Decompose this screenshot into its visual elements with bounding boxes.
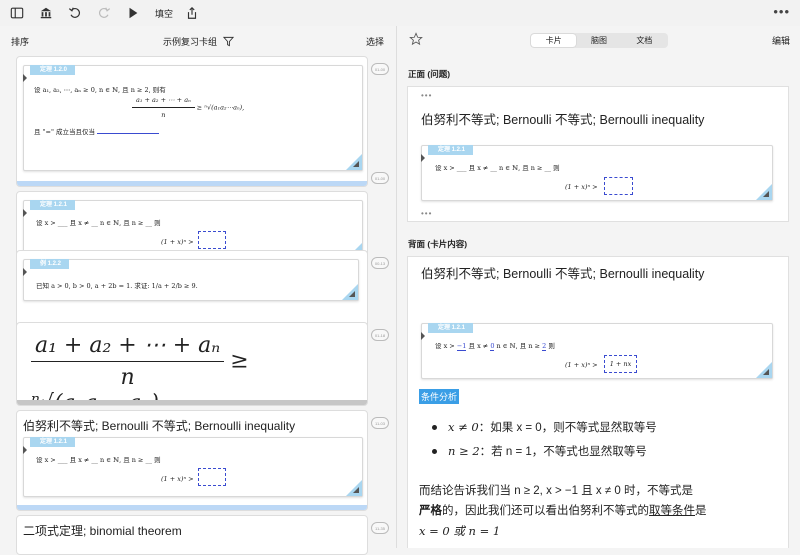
card-item[interactable]: 二项式定理; binomial theorem <box>16 515 368 555</box>
card-title: 伯努利不等式; Bernoulli 不等式; Bernoulli inequal… <box>23 419 296 433</box>
review-badge: 01-18 <box>371 329 389 341</box>
front-label: 正面 (问题) <box>408 69 451 79</box>
card-list-header: 排序 示例复习卡组 选择 <box>0 30 396 52</box>
theorem-block: 定理 1.2.1 设 x > −1 且 x ≠ 0 n ∈ ℕ, 且 n ≥ 2… <box>421 323 773 379</box>
theorem-block: 定理 1.2.0 设 a₁, a₂, ⋯, aₙ ≥ 0, n ∈ ℕ, 且 n… <box>23 65 363 171</box>
list-item: n ≥ 2：若 n = 1，不等式也显然取等号 <box>432 443 657 467</box>
card-list-pane: 排序 示例复习卡组 选择 定理 1.2.0 设 a₁, a₂, ⋯, aₙ ≥ … <box>0 26 396 555</box>
corner-icon <box>763 369 769 375</box>
theorem-tag: 定理 1.2.1 <box>428 323 474 333</box>
theorem-text: 且 "=" 成立当且仅当 <box>34 126 160 136</box>
formula-display: a₁ + a₂ + ⋯ + aₙ n ≥ ⁿ√(a₁a₂⋯aₙ), <box>31 333 249 406</box>
theorem-tag: 定理 1.2.0 <box>30 65 76 75</box>
filter-icon[interactable] <box>223 36 235 47</box>
theorem-text: 设 x > ___ 且 x ≠ __ n ∈ ℕ, 且 n ≥ __ 则 <box>36 456 161 464</box>
cloze-box[interactable] <box>604 177 633 195</box>
tab-mindmap[interactable]: 脑图 <box>576 34 621 47</box>
review-badge: 01-00 <box>371 172 389 184</box>
undo-icon[interactable] <box>66 4 84 22</box>
theorem-text: 设 x > ___ 且 x ≠ __ n ∈ ℕ, 且 n ≥ __ 则 <box>36 219 161 227</box>
theorem-tag: 定理 1.2.1 <box>30 200 76 210</box>
review-badge: 00-13 <box>371 257 389 269</box>
back-panel: 伯努利不等式; Bernoulli 不等式; Bernoulli inequal… <box>407 256 789 548</box>
cloze-box[interactable] <box>198 468 226 486</box>
tab-card[interactable]: 卡片 <box>531 34 577 47</box>
view-mode-tabs: 卡片 脑图 文档 <box>530 33 668 48</box>
equality-condition-link[interactable]: 取等条件 <box>649 505 695 517</box>
share-icon[interactable] <box>183 4 201 22</box>
review-badge: 11-03 <box>371 417 389 429</box>
corner-icon <box>763 191 769 197</box>
theorem-formula: (1 + x)ⁿ > <box>565 361 598 369</box>
front-panel: ••• 伯努利不等式; Bernoulli 不等式; Bernoulli ine… <box>407 86 789 222</box>
back-label: 背面 (卡片内容) <box>408 239 468 249</box>
card-title: 二项式定理; binomial theorem <box>23 524 182 538</box>
review-badge: 11-35 <box>371 522 389 534</box>
theorem-formula: (1 + x)ⁿ > <box>161 475 194 483</box>
front-title: 伯努利不等式; Bernoulli 不等式; Bernoulli inequal… <box>421 113 705 127</box>
more-menu-button[interactable]: ••• <box>773 4 790 19</box>
redo-icon[interactable] <box>95 4 113 22</box>
highlight-heading: 条件分析 <box>419 389 460 404</box>
theorem-text: 设 a₁, a₂, ⋯, aₙ ≥ 0, n ∈ ℕ, 且 n ≥ 2, 则有 <box>34 86 166 94</box>
theorem-text: 设 x > ___ 且 x ≠ __ n ∈ ℕ, 且 n ≥ __ 则 <box>435 164 560 172</box>
condition-list: x ≠ 0：如果 x = 0，则不等式显然取等号 n ≥ 2：若 n = 1，不… <box>432 419 657 467</box>
star-icon[interactable] <box>409 32 423 46</box>
back-title: 伯努利不等式; Bernoulli 不等式; Bernoulli inequal… <box>421 267 705 281</box>
theorem-text: 已知 a > 0, b > 0, a + 2b = 1. 求证: 1/a + 2… <box>36 282 198 290</box>
top-toolbar: 填空 ••• <box>0 0 800 26</box>
select-button[interactable]: 选择 <box>366 35 384 48</box>
cloze-answer[interactable]: 1 + nx <box>604 355 637 373</box>
theorem-tag: 定理 1.2.1 <box>428 145 474 155</box>
corner-icon <box>353 487 359 493</box>
theorem-formula: (1 + x)ⁿ > <box>161 238 194 246</box>
theorem-formula: a₁ + a₂ + ⋯ + aₙ n ≥ ⁿ√(a₁a₂⋯aₙ), <box>132 96 244 119</box>
review-badge: 01-00 <box>371 63 389 75</box>
card-item[interactable]: a₁ + a₂ + ⋯ + aₙ n ≥ ⁿ√(a₁a₂⋯aₙ), <box>16 322 368 406</box>
collapse-marker-icon <box>23 74 27 82</box>
corner-icon <box>349 291 355 297</box>
theorem-tag: 定理 1.2.1 <box>30 437 76 447</box>
sidebar-toggle-icon[interactable] <box>8 4 26 22</box>
more-dots[interactable]: ••• <box>421 91 432 100</box>
theorem-tag: 例 1.2.2 <box>30 259 70 269</box>
card-item[interactable]: 定理 1.2.0 设 a₁, a₂, ⋯, aₙ ≥ 0, n ∈ ℕ, 且 n… <box>16 56 368 187</box>
edit-button[interactable]: 编辑 <box>772 34 790 47</box>
deck-filter[interactable]: 示例复习卡组 <box>163 35 235 48</box>
fill-blank-button[interactable]: 填空 <box>155 7 173 20</box>
theorem-block: 定理 1.2.1 设 x > ___ 且 x ≠ __ n ∈ ℕ, 且 n ≥… <box>23 437 363 497</box>
more-dots[interactable]: ••• <box>421 209 432 218</box>
list-item: x ≠ 0：如果 x = 0，则不等式显然取等号 <box>432 419 657 443</box>
card-item[interactable]: 伯努利不等式; Bernoulli 不等式; Bernoulli inequal… <box>16 410 368 511</box>
corner-icon <box>353 161 359 167</box>
theorem-text: 设 x > −1 且 x ≠ 0 n ∈ ℕ, 且 n ≥ 2 则 <box>435 342 555 351</box>
library-icon[interactable] <box>37 4 55 22</box>
conclusion-paragraph: 而结论告诉我们当 n ≥ 2, x > −1 且 x ≠ 0 时，不等式是 严格… <box>419 485 707 538</box>
sort-button[interactable]: 排序 <box>11 35 29 48</box>
theorem-block: 例 1.2.2 已知 a > 0, b > 0, a + 2b = 1. 求证:… <box>23 259 359 301</box>
play-icon[interactable] <box>124 4 142 22</box>
theorem-formula: (1 + x)ⁿ > <box>565 183 598 191</box>
cloze-box[interactable] <box>198 231 226 249</box>
deck-name: 示例复习卡组 <box>163 36 218 47</box>
tab-document[interactable]: 文档 <box>622 34 667 47</box>
theorem-block: 定理 1.2.1 设 x > ___ 且 x ≠ __ n ∈ ℕ, 且 n ≥… <box>421 145 773 201</box>
card-detail-pane: 卡片 脑图 文档 编辑 正面 (问题) ••• 伯努利不等式; Bernoull… <box>397 26 800 548</box>
